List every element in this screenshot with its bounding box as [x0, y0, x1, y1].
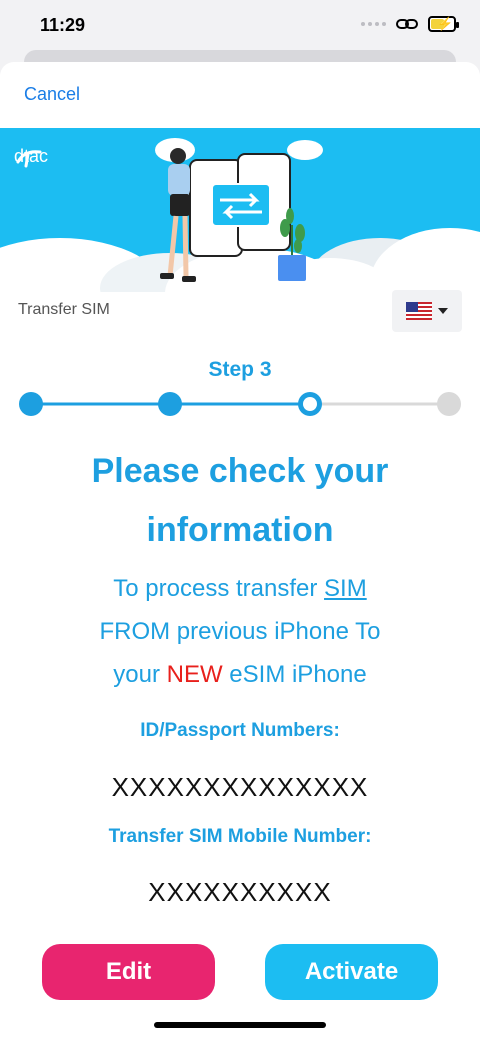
- hero-banner: dtac: [0, 128, 480, 292]
- mobile-number-value: XXXXXXXXXX: [148, 877, 332, 907]
- instruction-line2: FROM previous iPhone To: [99, 618, 381, 645]
- step-1-dot: [19, 392, 43, 416]
- chevron-down-icon: [438, 308, 448, 314]
- status-icons: ⚡: [361, 16, 459, 32]
- us-flag-icon: [406, 302, 432, 320]
- instruction-line3-prefix: your: [113, 661, 167, 688]
- step-2-dot: [158, 392, 182, 416]
- banner-illustration: [0, 138, 480, 292]
- home-indicator: [154, 1022, 326, 1028]
- title-row: Transfer SIM: [0, 288, 480, 338]
- instruction-line1-prefix: To process transfer: [113, 575, 325, 602]
- id-passport-value: XXXXXXXXXXXXXX: [111, 772, 369, 802]
- progress-stepper: [19, 392, 461, 416]
- link-icon: [396, 19, 418, 29]
- page-heading: Please check your information: [91, 452, 389, 549]
- activate-button[interactable]: Activate: [265, 944, 438, 1000]
- status-time: 11:29: [40, 15, 86, 35]
- instruction-line3-suffix: eSIM iPhone: [222, 661, 367, 688]
- cancel-button[interactable]: Cancel: [24, 84, 80, 105]
- language-selector[interactable]: [392, 290, 462, 332]
- status-bar: 11:29 ⚡: [0, 0, 480, 52]
- step-label: Step 3: [208, 358, 272, 381]
- page-title: Transfer SIM: [18, 301, 110, 318]
- battery-icon: ⚡: [428, 16, 459, 32]
- sim-link[interactable]: SIM: [324, 575, 367, 602]
- new-highlight: NEW: [166, 661, 223, 688]
- instruction-text: To process transfer SIM FROM previous iP…: [20, 567, 460, 696]
- id-passport-label: ID/Passport Numbers:: [140, 720, 340, 741]
- modal-sheet: Cancel dtac Transfer SIM Step 3 Please c…: [0, 62, 480, 1039]
- dtac-logo-icon: [16, 150, 42, 168]
- brand-logo: dtac: [14, 146, 48, 168]
- signal-icon: [361, 22, 386, 26]
- mobile-number-label: Transfer SIM Mobile Number:: [108, 826, 372, 847]
- edit-button[interactable]: Edit: [42, 944, 215, 1000]
- step-4-dot: [437, 392, 461, 416]
